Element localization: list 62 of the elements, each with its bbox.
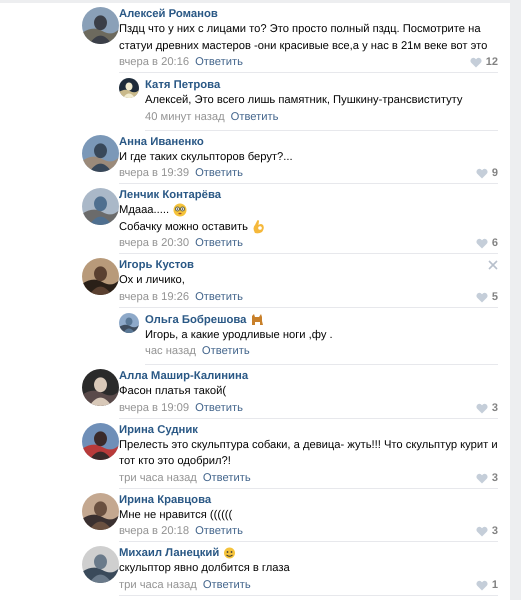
like-button[interactable]: 3 bbox=[476, 400, 498, 416]
dog-icon bbox=[250, 313, 264, 326]
comment-text: Собачку можно оставить bbox=[119, 220, 248, 234]
comment-text: Прелесть это скульптура собаки, а девица- жуть!!! Что скульптур курит и тот кто это одобрил?! bbox=[119, 438, 498, 469]
comment-text: Фасон платья такой( bbox=[119, 384, 226, 399]
comment-text: Мне не нравится (((((( bbox=[119, 508, 232, 522]
heart-icon bbox=[476, 526, 488, 537]
timestamp: вчера в 19:39 bbox=[119, 166, 190, 181]
reply-link[interactable]: Ответить bbox=[195, 524, 243, 539]
timestamp: 40 минут назад bbox=[145, 110, 225, 124]
timestamp: вчера в 19:26 bbox=[119, 290, 190, 304]
author-name[interactable]: Алла Машир-Калинина bbox=[119, 369, 248, 383]
heart-icon bbox=[470, 57, 482, 68]
author-name[interactable]: Анна Иваненко bbox=[119, 134, 204, 148]
comment-text: И где таких скульпторов берут?... bbox=[119, 150, 293, 164]
comment-text: Игорь, а какие уродливые ноги ,фу . bbox=[145, 328, 333, 342]
comment-text: Пздц что у них с лицами то? Это просто полный пздц. Посмотрите на статуи древних мастеров -они красивые все,а у нас в 21м веке вот это bbox=[119, 22, 488, 54]
heart-icon bbox=[476, 580, 488, 590]
reply-link[interactable]: Ответить bbox=[195, 400, 243, 416]
timestamp: час назад bbox=[145, 344, 196, 359]
like-button[interactable]: 12 bbox=[470, 55, 498, 70]
reply-link[interactable]: Ответить bbox=[195, 55, 243, 70]
like-button[interactable]: 6 bbox=[476, 236, 498, 251]
timestamp: вчера в 19:09 bbox=[119, 400, 190, 416]
reply-link[interactable]: Ответить bbox=[195, 290, 243, 304]
author-name[interactable]: Алексей Романов bbox=[119, 7, 218, 21]
author-name[interactable]: Ирина Судник bbox=[119, 422, 198, 436]
flushed-face-icon bbox=[173, 203, 188, 218]
ok-hand-icon bbox=[252, 219, 265, 234]
like-button[interactable]: 3 bbox=[476, 524, 498, 539]
timestamp: три часа назад bbox=[119, 578, 197, 592]
like-button[interactable]: 1 bbox=[476, 578, 498, 592]
comment-text: Алексей, Это всего лишь памятник, Пушкину-трансвиституту bbox=[145, 93, 462, 108]
reply-author-name[interactable]: Катя Петрова bbox=[145, 78, 220, 92]
author-name[interactable]: Михаил Ланецкий bbox=[119, 546, 220, 560]
author-name[interactable]: Ленчик Контарёва bbox=[119, 188, 222, 202]
timestamp: вчера в 20:18 bbox=[119, 524, 190, 539]
like-button[interactable]: 3 bbox=[476, 470, 498, 486]
heart-icon bbox=[476, 402, 488, 414]
comment-text: скульптор явно долбится в глаза bbox=[119, 561, 290, 576]
like-button[interactable]: 5 bbox=[476, 290, 498, 304]
heart-icon bbox=[476, 472, 488, 484]
reply-link[interactable]: Ответить bbox=[202, 578, 251, 592]
like-button[interactable]: 9 bbox=[476, 166, 498, 181]
reply-link[interactable]: Ответить bbox=[202, 344, 250, 359]
heart-icon bbox=[476, 292, 488, 302]
timestamp: три часа назад bbox=[119, 470, 197, 486]
reply-link[interactable]: Ответить bbox=[195, 236, 243, 251]
reply-link[interactable]: Ответить bbox=[230, 110, 278, 124]
smiley-icon bbox=[223, 547, 236, 559]
reply-link[interactable]: Ответить bbox=[195, 166, 243, 181]
author-name[interactable]: Ирина Кравцова bbox=[119, 492, 212, 506]
heart-icon bbox=[476, 168, 488, 179]
timestamp: вчера в 20:16 bbox=[119, 55, 190, 70]
comment-text: Мдааа..... bbox=[119, 203, 170, 218]
timestamp: вчера в 20:30 bbox=[119, 236, 190, 251]
comment-text: Ох и личико, bbox=[119, 273, 185, 288]
close-button[interactable] bbox=[488, 260, 498, 270]
reply-author-name[interactable]: Ольга Бобрешова bbox=[145, 312, 246, 326]
reply-link[interactable]: Ответить bbox=[202, 470, 251, 486]
heart-icon bbox=[476, 238, 488, 249]
author-name[interactable]: Игорь Кустов bbox=[119, 258, 194, 272]
